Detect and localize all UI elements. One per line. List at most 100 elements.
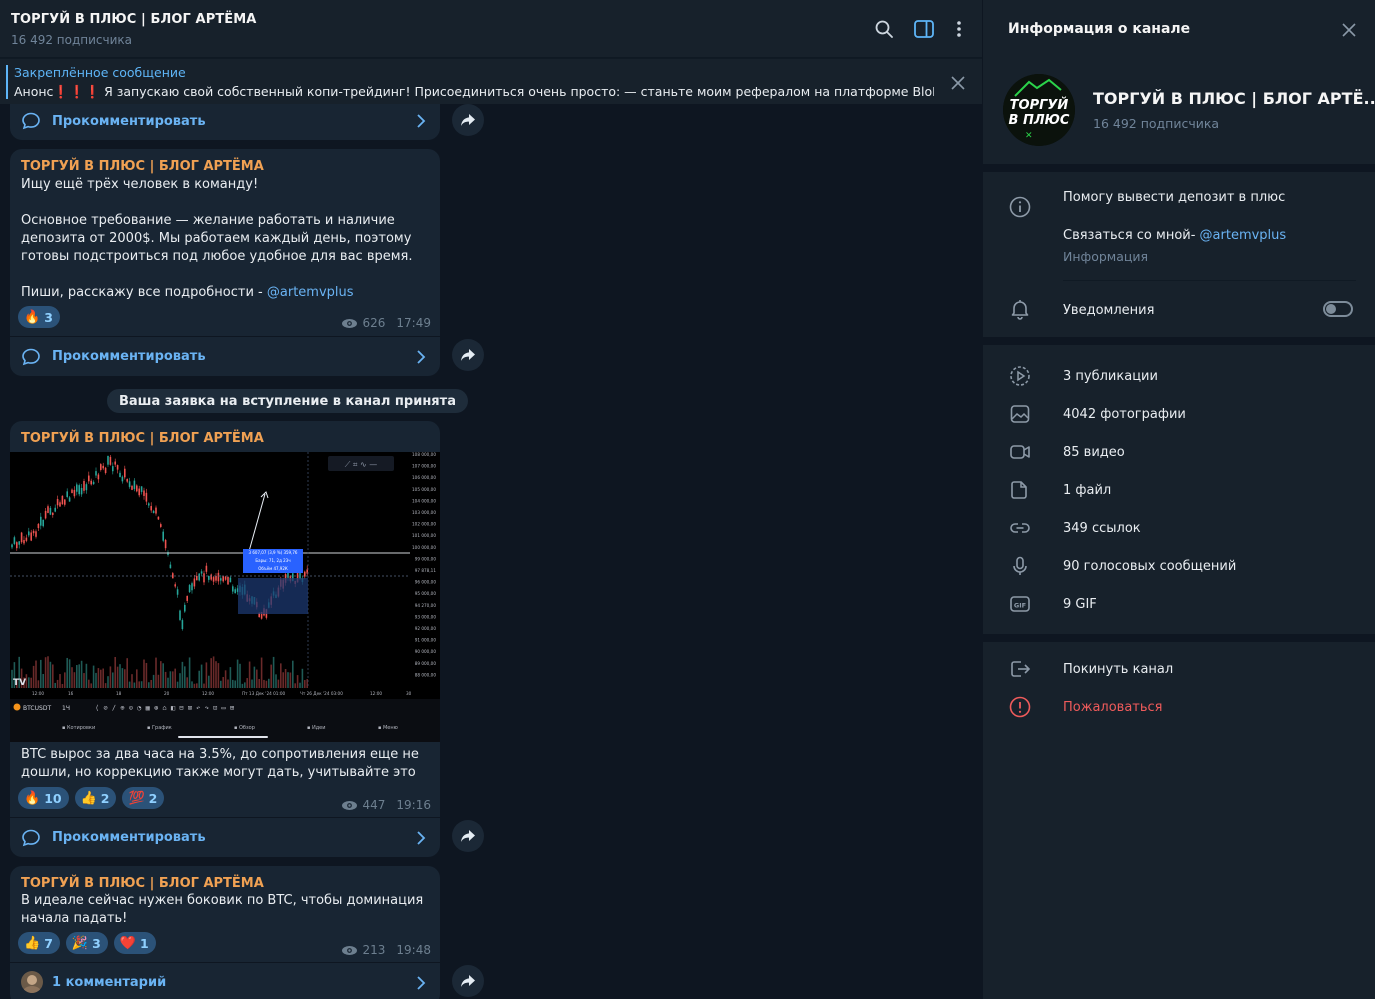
comment-label[interactable]: Прокомментировать — [52, 349, 206, 364]
volume-bar — [292, 660, 294, 688]
candle-body — [164, 539, 167, 549]
candle-body — [25, 537, 28, 541]
volume-bar — [220, 680, 222, 688]
volume-bar — [198, 670, 200, 688]
message-author[interactable]: ТОРГУЙ В ПЛЮС | БЛОГ АРТЁМА — [21, 159, 264, 174]
more-options-icon[interactable] — [948, 18, 970, 40]
reaction-fire[interactable]: 🔥 10 — [18, 787, 69, 809]
candle-body — [119, 472, 121, 478]
volume-bar — [76, 665, 78, 688]
volume-bar — [42, 673, 44, 688]
comment-row[interactable]: 1 комментарий — [10, 962, 440, 999]
candle-body — [193, 578, 196, 587]
volume-bar — [112, 672, 114, 688]
price-axis-label: 106 000,00 — [412, 475, 436, 480]
candle-body — [44, 510, 47, 519]
chat-header[interactable]: ТОРГУЙ В ПЛЮС | БЛОГ АРТЁМА 16 492 подпи… — [0, 0, 982, 58]
media-links[interactable]: 349 ссылок — [1063, 521, 1141, 536]
volume-bar — [222, 676, 224, 688]
volume-bar — [277, 679, 280, 688]
chart-svg: 3 607,07 (3,9 %) 359,76 Бары: 71, 2д 23ч… — [10, 452, 440, 742]
comment-label[interactable]: 1 комментарий — [52, 975, 166, 990]
message-author[interactable]: ТОРГУЙ В ПЛЮС | БЛОГ АРТЁМА — [21, 431, 264, 446]
media-voice[interactable]: 90 голосовых сообщений — [1063, 559, 1236, 574]
share-button[interactable] — [452, 339, 484, 371]
mention-link[interactable]: @artemvplus — [267, 285, 354, 300]
volume-bar — [143, 659, 145, 688]
comment-row[interactable]: Прокомментировать — [10, 101, 440, 141]
chevron-right-icon — [414, 113, 428, 129]
views-count: 213 — [362, 943, 386, 957]
candle-body — [76, 484, 78, 492]
volume-bar — [294, 683, 296, 688]
reaction-thumbs-up[interactable]: 👍 2 — [74, 787, 117, 809]
candle-body — [191, 583, 193, 591]
share-button[interactable] — [452, 820, 484, 852]
volume-bar — [241, 683, 244, 688]
volume-bar — [186, 677, 188, 688]
reaction-hundred[interactable]: 💯 2 — [122, 787, 165, 809]
divider — [983, 337, 1375, 345]
candle-body — [56, 498, 59, 506]
media-files[interactable]: 1 файл — [1063, 483, 1111, 498]
channel-avatar[interactable]: ТОРГУЙ В ПЛЮС ✕ — [1003, 74, 1075, 146]
volume-bar — [205, 662, 208, 688]
close-pinned-icon[interactable] — [948, 73, 968, 93]
volume-bar — [97, 668, 100, 688]
reaction-thumbs-up[interactable]: 👍 7 — [18, 932, 60, 954]
comment-icon — [21, 111, 41, 131]
media-publications[interactable]: 3 публикации — [1063, 369, 1158, 384]
reaction-count: 2 — [100, 790, 110, 806]
tooltip-line-2: Бары: 71, 2д 23ч — [255, 558, 290, 563]
file-icon — [1009, 479, 1031, 501]
reaction-party[interactable]: 🎉 3 — [65, 932, 108, 954]
candle-body — [49, 507, 52, 515]
notifications-toggle[interactable] — [1323, 301, 1353, 317]
close-panel-icon[interactable] — [1339, 20, 1359, 40]
comment-label[interactable]: Прокомментировать — [52, 114, 206, 129]
search-icon[interactable] — [873, 18, 895, 40]
reaction-heart[interactable]: ❤️ 1 — [113, 932, 156, 954]
candle-body — [188, 585, 191, 593]
message-author[interactable]: ТОРГУЙ В ПЛЮС | БЛОГ АРТЁМА — [21, 876, 264, 891]
volume-bar — [191, 681, 193, 688]
reaction-count: 10 — [44, 790, 62, 806]
channel-info-panel: Информация о канале ТОРГУЙ В ПЛЮС ✕ ТОРГ… — [982, 0, 1375, 999]
share-button[interactable] — [452, 104, 484, 136]
reaction-fire[interactable]: 🔥 3 — [18, 306, 60, 328]
comment-label[interactable]: Прокомментировать — [52, 830, 206, 845]
sidebar-toggle-icon[interactable] — [913, 18, 935, 40]
bell-icon — [1009, 298, 1031, 320]
message-meta: 447 19:16 — [341, 798, 431, 812]
volume-bar — [227, 679, 229, 688]
candle-body — [85, 484, 88, 491]
leave-channel-button[interactable]: Покинуть канал — [1063, 662, 1173, 677]
contact-link[interactable]: @artemvplus — [1200, 228, 1287, 243]
volume-bar — [59, 674, 61, 688]
volume-bar — [140, 681, 143, 688]
share-button[interactable] — [452, 965, 484, 997]
info-icon — [1009, 196, 1031, 218]
volume-bar — [164, 671, 167, 688]
volume-bar — [150, 679, 152, 688]
media-photos[interactable]: 4042 фотографии — [1063, 407, 1186, 422]
candle-body — [102, 465, 104, 469]
divider — [983, 164, 1375, 172]
candle-body — [42, 519, 44, 527]
report-button[interactable]: Пожаловаться — [1063, 700, 1163, 715]
comment-row[interactable]: Прокомментировать — [10, 336, 440, 376]
candle-body — [13, 537, 16, 544]
candle-body — [212, 577, 215, 582]
comment-row[interactable]: Прокомментировать — [10, 817, 440, 857]
volume-bar — [78, 664, 80, 688]
pinned-message[interactable]: Закреплённое сообщение Анонс❗️❗️❗️ Я зап… — [0, 58, 982, 104]
media-videos[interactable]: 85 видео — [1063, 445, 1125, 460]
volume-bar — [148, 682, 150, 688]
chart-screenshot-image[interactable]: 3 607,07 (3,9 %) 359,76 Бары: 71, 2д 23ч… — [10, 452, 440, 742]
media-gifs[interactable]: 9 GIF — [1063, 597, 1097, 612]
chat-title[interactable]: ТОРГУЙ В ПЛЮС | БЛОГ АРТЁМА — [11, 12, 256, 27]
notifications-label[interactable]: Уведомления — [1063, 303, 1154, 318]
reaction-count: 1 — [139, 935, 149, 951]
report-icon — [1009, 696, 1031, 718]
price-axis-label: 94 270,00 — [415, 603, 437, 608]
